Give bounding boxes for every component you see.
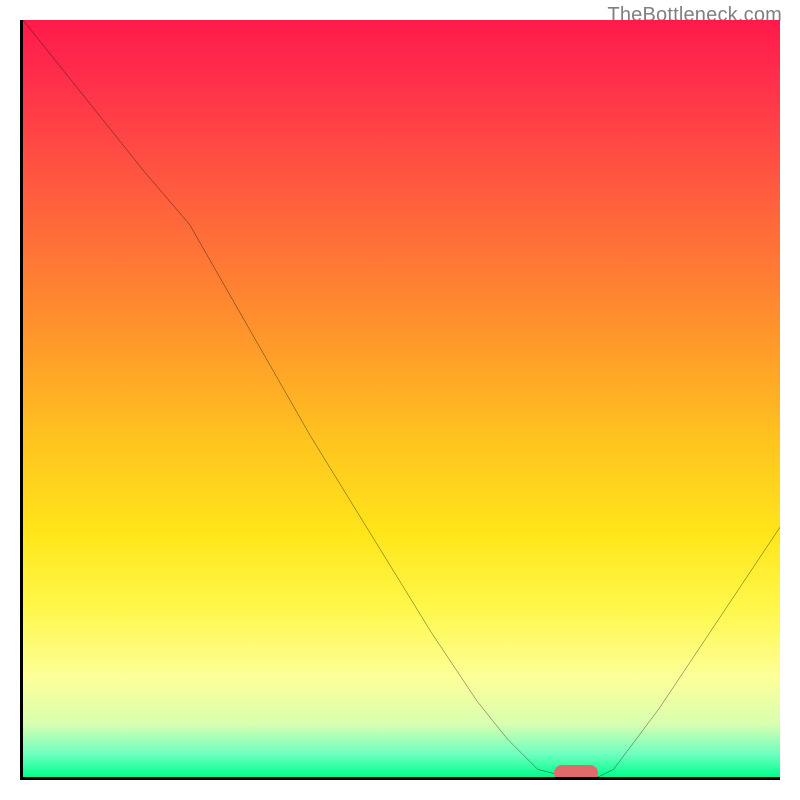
- bottleneck-curve: [23, 20, 780, 777]
- optimum-marker: [554, 765, 598, 780]
- curve-svg: [23, 20, 780, 777]
- chart-container: TheBottleneck.com: [0, 0, 800, 800]
- plot-area: [20, 20, 780, 780]
